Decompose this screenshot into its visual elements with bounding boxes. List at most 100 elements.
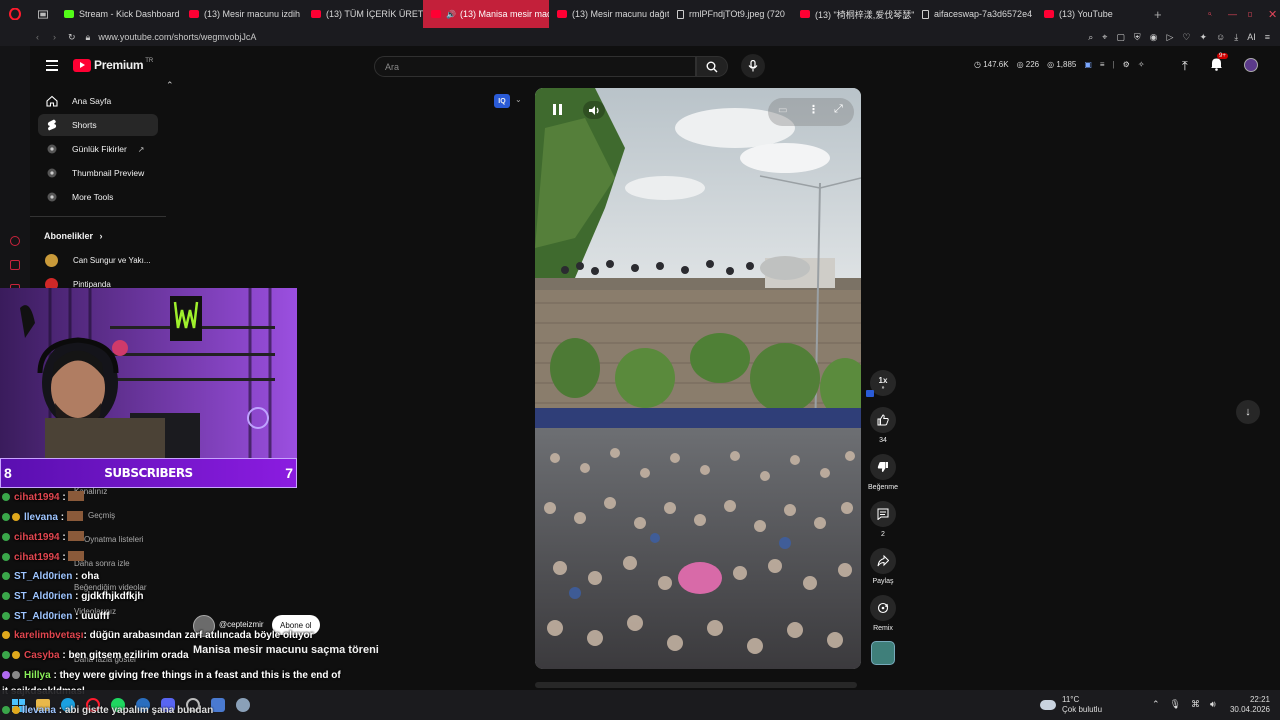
tab-mesir-izdiham[interactable]: (13) Mesir macunu izdih: [181, 0, 303, 28]
pause-button[interactable]: [553, 104, 565, 116]
comments-button[interactable]: [870, 501, 896, 527]
share-action[interactable]: Paylaş: [868, 548, 898, 585]
speaker-icon: [589, 105, 599, 115]
microphone-icon[interactable]: 🎙︎: [1170, 699, 1181, 710]
back-icon[interactable]: ‹: [36, 32, 39, 42]
volume-button[interactable]: [583, 101, 605, 119]
next-video-preview[interactable]: [535, 682, 857, 688]
sidebar-item-playlists[interactable]: Oynatma listeleri: [84, 535, 144, 544]
fullscreen-icon[interactable]: ⤢: [834, 103, 843, 116]
subscription-item-can-sungur[interactable]: Can Sungur ve Yakı...: [45, 254, 151, 267]
ai-icon[interactable]: AI: [1247, 32, 1256, 43]
volume-icon[interactable]: 🔊︎: [1210, 699, 1216, 710]
tab-overview-icon[interactable]: [30, 0, 56, 28]
tab-mesir-dagit[interactable]: (13) Mesir macunu dağıt: [549, 0, 669, 28]
chat-badge-icon: [2, 706, 10, 714]
shorts-video-player[interactable]: ▭ ⋮ ⤢: [535, 88, 861, 669]
download-icon[interactable]: ⤓: [1234, 32, 1238, 43]
channel-handle[interactable]: @cepteizmir: [219, 620, 264, 629]
network-icon[interactable]: ⌘: [1191, 699, 1200, 710]
sidebar-item-thumbnail-preview[interactable]: Thumbnail Preview: [38, 162, 158, 184]
youtube-logo-icon: [73, 58, 91, 72]
close-window-icon[interactable]: ✕: [1260, 0, 1280, 28]
reload-icon[interactable]: ↻: [68, 32, 76, 43]
chat-message: karelimbvetaşı: düğün arabasından zarf a…: [2, 630, 314, 641]
emote-icon: [66, 511, 83, 521]
remix-button[interactable]: [870, 595, 896, 621]
sidebar-item-gunluk-fikirler[interactable]: Günlük Fikirler ↗: [38, 138, 158, 160]
sidebar-opera-icon[interactable]: [10, 236, 20, 246]
windows-taskbar: llevana : abi gistte yapalım şana bundan…: [0, 690, 1280, 720]
sidebar-collapse-caret-icon[interactable]: ⌃: [166, 80, 174, 91]
forward-icon[interactable]: ›: [53, 32, 56, 42]
chat-message: cihat1994 :: [2, 531, 85, 543]
extension-iq-icon[interactable]: ▣: [1084, 60, 1092, 69]
pause-icon: [553, 104, 556, 115]
tab-chinese-video[interactable]: (13) "椅桐梓漾,爱伐琴瑟": [792, 0, 914, 28]
share-button[interactable]: [870, 548, 896, 574]
tab-tum-icerik[interactable]: (13) TÜM İÇERİK ÜRETİC: [303, 0, 423, 28]
new-tab-plus-icon[interactable]: +: [1146, 0, 1168, 28]
audio-thumbnail[interactable]: [871, 641, 895, 665]
browser-tab-bar: Stream - Kick Dashboard (13) Mesir macun…: [0, 0, 1280, 28]
iq-extension-icon[interactable]: IQ: [494, 94, 510, 108]
captions-icon[interactable]: ▭: [778, 105, 787, 116]
youtube-favicon-icon: [431, 10, 441, 18]
menu-icon[interactable]: ≡: [1265, 32, 1270, 43]
like-action[interactable]: 34: [868, 407, 898, 444]
pin-icon[interactable]: ⌖: [1102, 32, 1107, 43]
microphone-icon: [748, 60, 758, 72]
sidebar-item-home[interactable]: Ana Sayfa: [38, 90, 158, 112]
upload-icon[interactable]: ⤒: [1182, 58, 1188, 74]
weather-widget[interactable]: 11°C Çok bulutlu: [1040, 695, 1102, 715]
sidebar-item-shorts[interactable]: Shorts: [38, 114, 158, 136]
chevron-up-icon[interactable]: ⌃: [1152, 699, 1160, 710]
settings-icon[interactable]: [236, 698, 250, 712]
shield-icon[interactable]: ⛨: [1134, 32, 1141, 43]
like-button[interactable]: [870, 407, 896, 433]
tab-kick-dashboard[interactable]: Stream - Kick Dashboard: [56, 0, 181, 28]
sidebar-bag-icon[interactable]: [10, 260, 20, 270]
minimize-icon[interactable]: —: [1220, 0, 1240, 28]
dislike-action[interactable]: Beğenme: [868, 454, 898, 491]
heart-icon[interactable]: ♡: [1182, 32, 1190, 43]
comments-action[interactable]: 2: [868, 501, 898, 538]
camera-icon[interactable]: ◉: [1150, 32, 1158, 43]
play-icon[interactable]: ▷: [1166, 32, 1173, 43]
notifications-button[interactable]: 9+: [1210, 53, 1228, 76]
tab-youtube[interactable]: (13) YouTube: [1036, 0, 1146, 28]
maximize-icon[interactable]: [1240, 0, 1260, 28]
screenshot-icon[interactable]: ▢: [1116, 32, 1125, 43]
sparkle-icon[interactable]: ✧: [1138, 60, 1145, 69]
search-button[interactable]: [696, 56, 728, 77]
search-input[interactable]: Ara: [374, 56, 696, 77]
tab-manisa-mesir[interactable]: 🔊 (13) Manisa mesir mac: [423, 0, 549, 28]
youtube-premium-logo[interactable]: Premium TR: [73, 58, 153, 72]
tab-aifaceswap[interactable]: aifaceswap-7a3d6572e4: [914, 0, 1036, 28]
remix-action[interactable]: Remix: [868, 595, 898, 632]
extensions-icon[interactable]: ✦: [1199, 32, 1207, 43]
clock[interactable]: 22:21 30.04.2026: [1226, 695, 1270, 715]
profile-icon[interactable]: ☺: [1216, 32, 1225, 43]
sidebar-item-more-tools[interactable]: More Tools: [38, 186, 158, 208]
search-tabs-icon[interactable]: [1200, 0, 1220, 28]
opera-menu-icon[interactable]: [0, 0, 30, 28]
url-text[interactable]: www.youtube.com/shorts/wegmvobjJcA: [98, 32, 256, 42]
subscriptions-header[interactable]: Abonelikler ›: [44, 231, 103, 241]
next-short-button[interactable]: ↓: [1236, 400, 1260, 424]
zoom-icon[interactable]: ⌕: [1088, 32, 1093, 43]
sidebar-item-gecmis[interactable]: Geçmiş: [88, 511, 115, 520]
avatar[interactable]: [1244, 58, 1258, 72]
chat-message: ST_Ald0rien : uuufff: [2, 611, 110, 622]
hamburger-menu-icon[interactable]: [46, 60, 58, 71]
more-options-icon[interactable]: ⋮: [808, 103, 819, 116]
dislike-button[interactable]: [870, 454, 896, 480]
tools-ext-icon[interactable]: ⚙: [1123, 60, 1130, 69]
list-icon[interactable]: ≡: [1100, 60, 1105, 69]
subscribers-goal-bar: 8 SUBSCRIBERS 7: [0, 458, 297, 488]
tab-jpeg-image[interactable]: rmlPFndjTOt9.jpeg (720: [669, 0, 792, 28]
chevron-down-icon[interactable]: ⌄: [515, 95, 522, 104]
subscribers-left-count: 8: [4, 465, 12, 481]
voice-search-button[interactable]: [741, 54, 765, 78]
video-title: Manisa mesir macunu saçma töreni: [193, 644, 379, 656]
